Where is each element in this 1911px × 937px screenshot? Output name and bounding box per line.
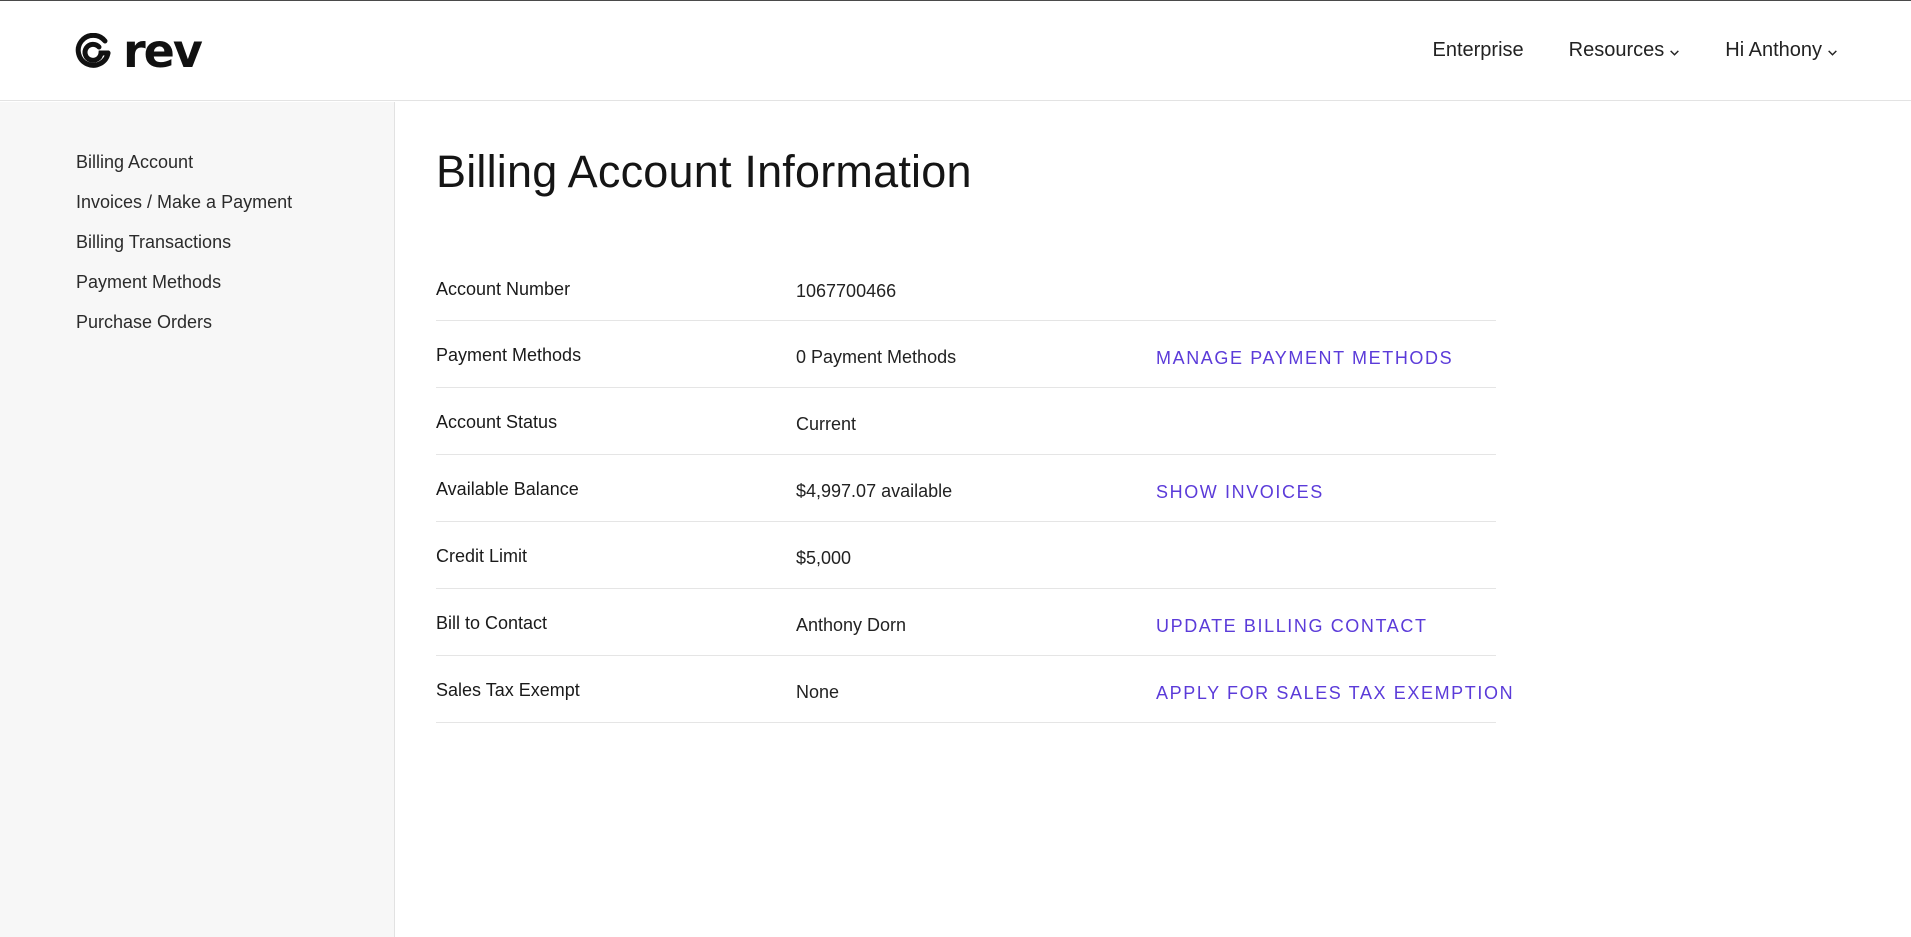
row-value: None <box>796 682 840 702</box>
show-invoices-link[interactable]: SHOW INVOICES <box>1156 482 1324 503</box>
row-value: $4,997.07 available <box>796 481 953 501</box>
row-value: 0 Payment Methods <box>796 347 957 367</box>
row-label: Credit Limit <box>436 546 528 566</box>
sidebar-item: Billing Transactions <box>76 230 292 270</box>
row-label: Account Number <box>436 279 571 299</box>
sidebar-item-billing-account[interactable]: Billing Account <box>76 152 193 172</box>
sidebar-menu: Billing Account Invoices / Make a Paymen… <box>76 150 292 350</box>
row-value: Anthony Dorn <box>796 615 907 635</box>
nav-enterprise[interactable]: Enterprise <box>1433 39 1524 62</box>
table-row: Sales Tax Exempt None APPLY FOR SALES TA… <box>436 656 1513 723</box>
row-label: Account Status <box>436 412 558 432</box>
billing-info-table: Account Number 1067700466 Payment Method… <box>436 255 1513 723</box>
table-row: Account Status Current <box>436 388 1496 455</box>
row-label: Bill to Contact <box>436 613 548 633</box>
sidebar: Billing Account Invoices / Make a Paymen… <box>0 102 395 937</box>
nav-user-label: Hi Anthony <box>1725 39 1822 61</box>
nav-resources-label: Resources <box>1568 39 1665 61</box>
row-value: $5,000 <box>796 548 852 568</box>
page-title: Billing Account Information <box>436 146 972 197</box>
nav-resources-dropdown[interactable]: Resources <box>1569 39 1681 62</box>
sidebar-item: Invoices / Make a Payment <box>76 190 292 230</box>
row-value: Current <box>796 414 857 434</box>
table-row: Available Balance $4,997.07 available SH… <box>436 455 1496 522</box>
top-nav: Enterprise Resources Hi Anthony <box>1433 39 1839 62</box>
nav-user-menu[interactable]: Hi Anthony <box>1725 39 1838 62</box>
rev-swirl-icon <box>75 33 111 68</box>
sidebar-item-payment-methods[interactable]: Payment Methods <box>76 272 221 292</box>
chevron-down-icon <box>1670 49 1680 56</box>
apply-sales-tax-exemption-link[interactable]: APPLY FOR SALES TAX EXEMPTION <box>1156 683 1514 704</box>
sidebar-item: Payment Methods <box>76 270 292 310</box>
sidebar-item: Purchase Orders <box>76 310 292 350</box>
sidebar-item: Billing Account <box>76 150 292 190</box>
sidebar-item-purchase-orders[interactable]: Purchase Orders <box>76 312 212 332</box>
row-label: Sales Tax Exempt <box>436 680 580 700</box>
table-row: Payment Methods 0 Payment Methods MANAGE… <box>436 321 1496 388</box>
nav-enterprise-label: Enterprise <box>1432 39 1524 61</box>
site-header: rev Enterprise Resources Hi Anthony <box>0 1 1911 101</box>
table-row: Account Number 1067700466 <box>436 255 1496 321</box>
row-label: Payment Methods <box>436 345 582 365</box>
row-label: Available Balance <box>436 479 579 499</box>
logo-text: rev <box>123 24 203 78</box>
chevron-down-icon <box>1828 49 1837 56</box>
table-row: Credit Limit $5,000 <box>436 522 1496 589</box>
manage-payment-methods-link[interactable]: MANAGE PAYMENT METHODS <box>1156 348 1453 369</box>
update-billing-contact-link[interactable]: UPDATE BILLING CONTACT <box>1156 616 1428 637</box>
table-row: Bill to Contact Anthony Dorn UPDATE BILL… <box>436 589 1496 656</box>
row-value: 1067700466 <box>796 281 897 301</box>
sidebar-item-billing-transactions[interactable]: Billing Transactions <box>76 232 231 252</box>
sidebar-item-invoices[interactable]: Invoices / Make a Payment <box>76 192 292 212</box>
rev-logo[interactable]: rev <box>75 24 203 78</box>
